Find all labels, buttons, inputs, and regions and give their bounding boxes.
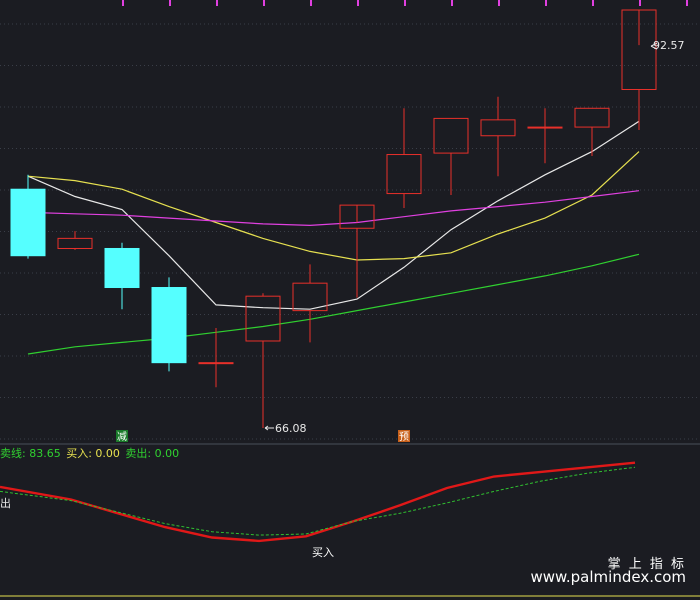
signal-marker-text: 减: [117, 431, 127, 443]
signal-marker: 减: [116, 430, 128, 443]
legend-sell: 卖出: 0.00: [125, 447, 180, 460]
candle: [151, 277, 187, 372]
indicator-legend: 卖线: 83.65 买入: 0.00 卖出: 0.00: [0, 445, 181, 461]
candle-body: [151, 287, 187, 364]
legend-buy: 买入: 0.00: [66, 447, 120, 460]
signal-marker: 预: [398, 430, 410, 443]
signal-marker-text: 预: [399, 431, 409, 443]
stock-chart: 减 预 92.57 66.08 出 买入: [0, 0, 700, 600]
high-label: 92.57: [653, 39, 685, 52]
watermark-url: www.palmindex.com: [530, 568, 686, 586]
candle-body: [10, 188, 46, 257]
left-edge-label: 出: [0, 496, 11, 510]
low-label: 66.08: [275, 422, 307, 435]
candle-body: [198, 362, 234, 365]
legend-sell-line: 卖线: 83.65: [0, 447, 61, 460]
candle-body: [527, 126, 563, 129]
candle-body: [104, 247, 140, 289]
buy-marker-label: 买入: [312, 546, 334, 559]
